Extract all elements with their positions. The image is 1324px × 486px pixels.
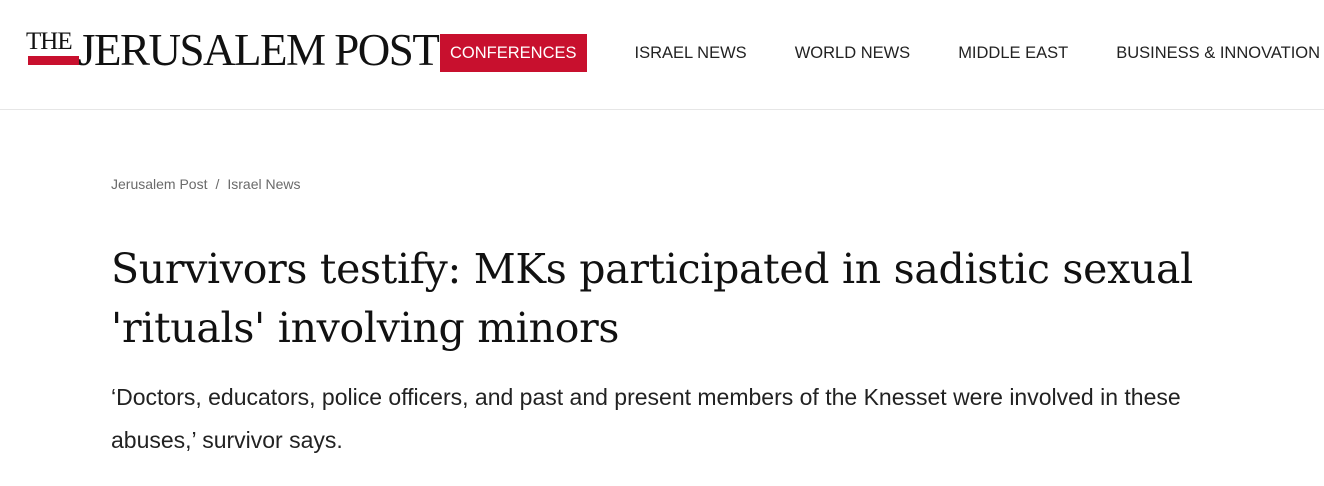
nav-item-israel-news[interactable]: ISRAEL NEWS xyxy=(635,34,747,72)
breadcrumb: Jerusalem Post / Israel News xyxy=(111,176,301,192)
site-header: THE JERUSALEM POST CONFERENCES ISRAEL NE… xyxy=(0,0,1324,110)
nav-item-business-innovation[interactable]: BUSINESS & INNOVATION xyxy=(1116,34,1320,72)
breadcrumb-item-jerusalem-post[interactable]: Jerusalem Post xyxy=(111,176,207,192)
nav-item-middle-east[interactable]: MIDDLE EAST xyxy=(958,34,1068,72)
main-nav: CONFERENCES ISRAEL NEWS WORLD NEWS MIDDL… xyxy=(440,34,1320,72)
logo-name-text: JERUSALEM POST xyxy=(78,25,440,75)
nav-item-world-news[interactable]: WORLD NEWS xyxy=(795,34,911,72)
nav-item-conferences[interactable]: CONFERENCES xyxy=(440,34,587,72)
site-logo[interactable]: THE JERUSALEM POST xyxy=(26,25,440,76)
logo-red-bar xyxy=(28,56,79,65)
article-subhead: ‘Doctors, educators, police officers, an… xyxy=(111,384,1181,453)
breadcrumb-item-israel-news[interactable]: Israel News xyxy=(227,176,300,192)
logo-the-text: THE xyxy=(26,28,73,55)
breadcrumb-separator: / xyxy=(215,176,220,192)
article-headline: Survivors testify: MKs participated in s… xyxy=(111,245,1193,352)
